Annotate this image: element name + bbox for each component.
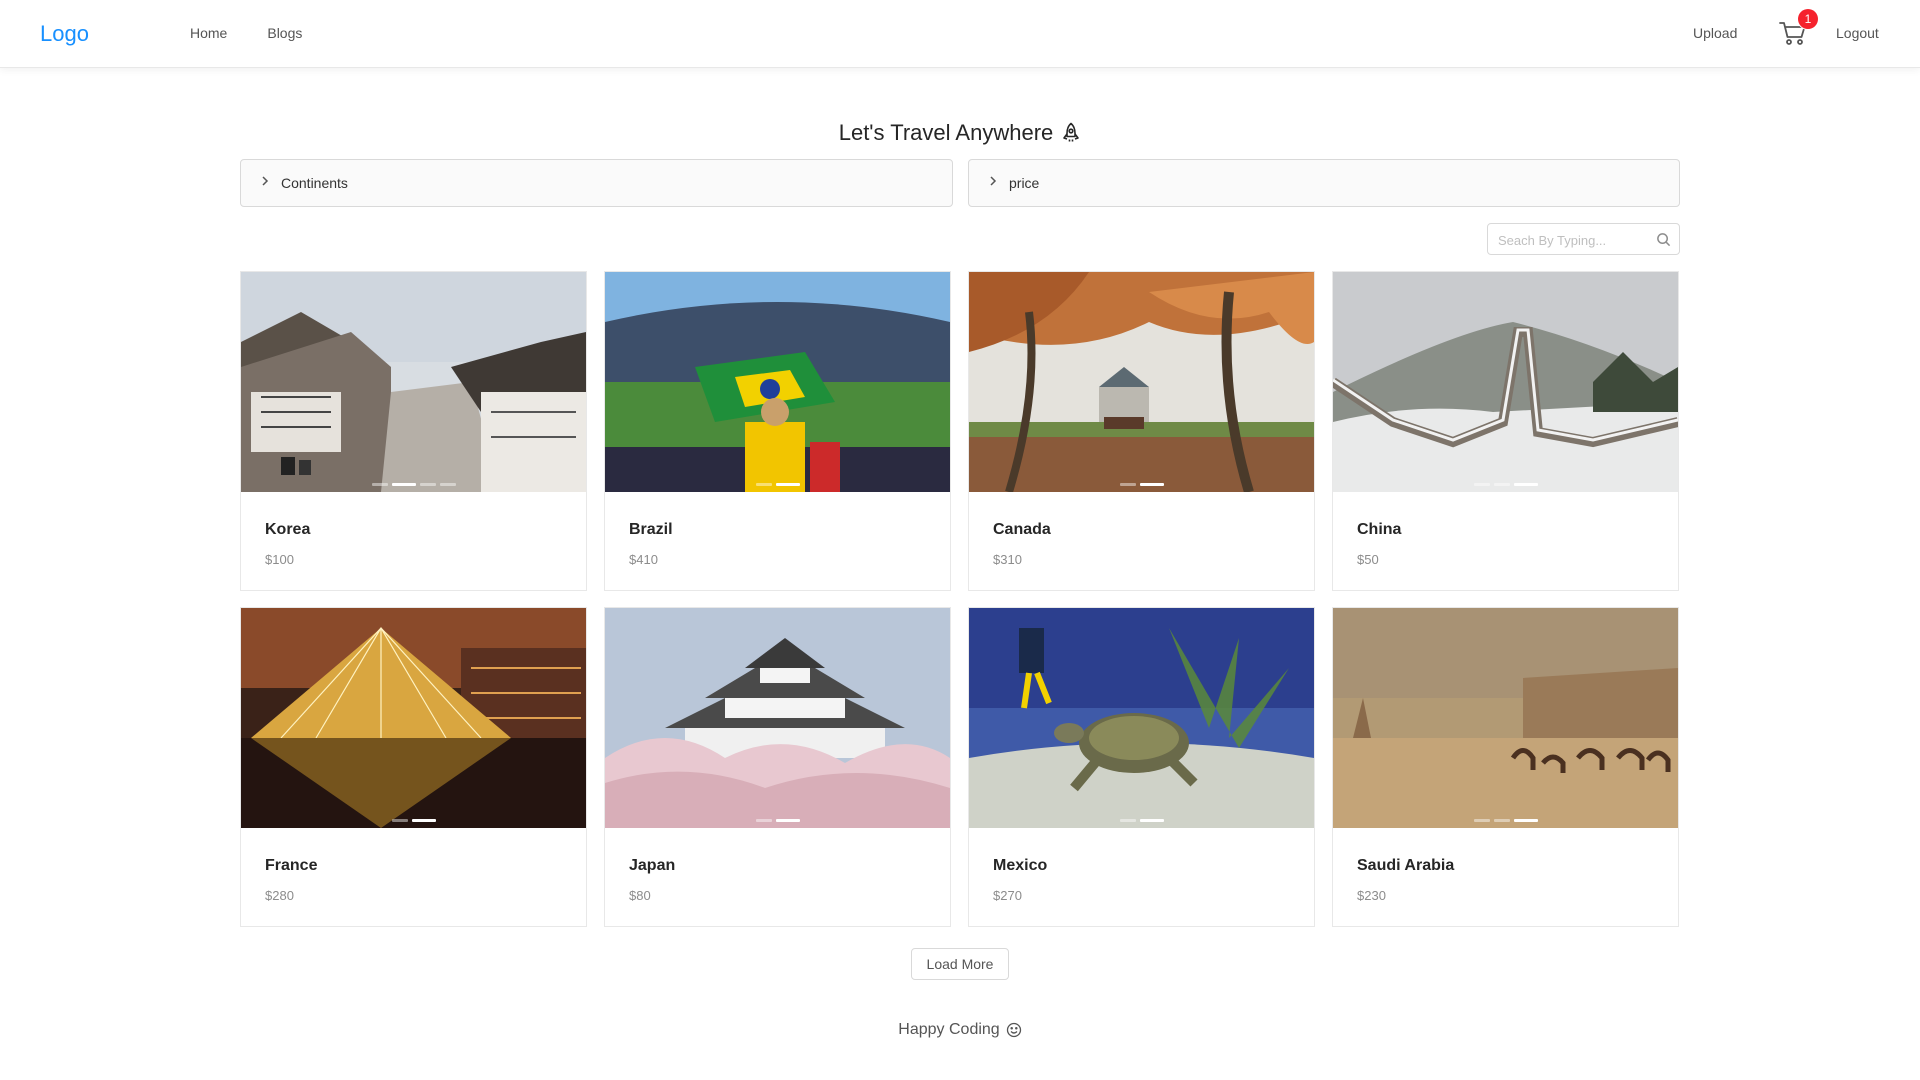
brazil-football-stadium-image [605, 272, 950, 492]
product-card[interactable]: Mexico $270 [968, 607, 1315, 927]
carousel-dot[interactable] [1493, 483, 1510, 486]
great-wall-snow-image [1333, 272, 1678, 492]
product-image-carousel[interactable] [241, 272, 586, 492]
carousel-dot[interactable] [755, 819, 772, 822]
carousel-dot[interactable] [1139, 483, 1164, 486]
carousel-dot[interactable] [1493, 819, 1510, 822]
product-card[interactable]: Saudi Arabia $230 [1332, 607, 1679, 927]
search-icon[interactable] [1656, 232, 1671, 247]
product-card[interactable]: China $50 [1332, 271, 1679, 591]
carousel-dot[interactable] [1473, 483, 1490, 486]
load-more-button[interactable]: Load More [911, 948, 1009, 980]
nav-upload[interactable]: Upload [1693, 25, 1737, 41]
carousel-dot[interactable] [775, 819, 800, 822]
carousel-dot[interactable] [411, 819, 436, 822]
product-price: $280 [265, 888, 294, 903]
nav-menu-left: Home Blogs [190, 25, 302, 41]
product-price: $310 [993, 552, 1022, 567]
footer: Happy Coding [0, 1021, 1920, 1039]
footer-text: Happy Coding [898, 1021, 1000, 1038]
chevron-right-icon [987, 174, 999, 190]
product-price: $80 [629, 888, 651, 903]
product-image-carousel[interactable] [969, 272, 1314, 492]
carousel-dot[interactable] [391, 819, 408, 822]
cart-badge: 1 [1798, 9, 1818, 29]
nav-home[interactable]: Home [190, 25, 227, 41]
rocket-icon [1063, 122, 1080, 142]
carousel-dots[interactable] [1333, 483, 1678, 486]
product-title: Mexico [993, 857, 1048, 874]
sea-turtle-divers-image [969, 608, 1314, 828]
product-price: $230 [1357, 888, 1386, 903]
carousel-dot[interactable] [419, 483, 436, 486]
filter-price-label: price [1009, 175, 1040, 191]
product-price: $410 [629, 552, 658, 567]
carousel-dots[interactable] [605, 483, 950, 486]
carousel-dot[interactable] [1119, 819, 1136, 822]
product-price: $270 [993, 888, 1022, 903]
carousel-dot[interactable] [755, 483, 772, 486]
logo[interactable]: Logo [40, 21, 89, 47]
product-title: Brazil [629, 521, 673, 538]
nav-logout[interactable]: Logout [1836, 25, 1879, 41]
carousel-dot[interactable] [439, 483, 456, 486]
autumn-trees-chateau-image [969, 272, 1314, 492]
product-image-carousel[interactable] [1333, 608, 1678, 828]
product-image-carousel[interactable] [969, 608, 1314, 828]
product-card[interactable]: Brazil $410 [604, 271, 951, 591]
carousel-dot[interactable] [1473, 819, 1490, 822]
smile-icon [1006, 1022, 1021, 1038]
carousel-dot[interactable] [1139, 819, 1164, 822]
product-title: France [265, 857, 318, 874]
carousel-dots[interactable] [969, 483, 1314, 486]
carousel-dot[interactable] [391, 483, 416, 486]
product-card[interactable]: Japan $80 [604, 607, 951, 927]
filter-price[interactable]: price [968, 159, 1680, 207]
carousel-dot[interactable] [371, 483, 388, 486]
filter-continents[interactable]: Continents [240, 159, 953, 207]
top-navbar: Logo Home Blogs Upload 1 Logout [0, 0, 1920, 68]
louvre-pyramid-night-image [241, 608, 586, 828]
product-title: Saudi Arabia [1357, 857, 1455, 874]
product-title: Canada [993, 521, 1051, 538]
product-price: $50 [1357, 552, 1379, 567]
carousel-dots[interactable] [605, 819, 950, 822]
product-title: China [1357, 521, 1402, 538]
filter-continents-label: Continents [281, 175, 348, 191]
product-card[interactable]: Canada $310 [968, 271, 1315, 591]
product-title: Japan [629, 857, 676, 874]
himeji-castle-blossoms-image [605, 608, 950, 828]
product-price: $100 [265, 552, 294, 567]
carousel-dot[interactable] [1513, 483, 1538, 486]
desert-camels-image [1333, 608, 1678, 828]
product-image-carousel[interactable] [1333, 272, 1678, 492]
page-title-text: Let's Travel Anywhere [838, 120, 1054, 145]
product-image-carousel[interactable] [605, 272, 950, 492]
carousel-dots[interactable] [1333, 819, 1678, 822]
search-input[interactable] [1498, 230, 1648, 250]
carousel-dots[interactable] [241, 819, 586, 822]
nav-blogs[interactable]: Blogs [267, 25, 302, 41]
product-image-carousel[interactable] [241, 608, 586, 828]
product-grid: Korea $100 Brazil $410 Canada $310 China… [240, 271, 1680, 927]
carousel-dot[interactable] [1513, 819, 1538, 822]
product-title: Korea [265, 521, 311, 538]
chevron-right-icon [259, 174, 271, 190]
carousel-dot[interactable] [1119, 483, 1136, 486]
carousel-dots[interactable] [241, 483, 586, 486]
product-card[interactable]: Korea $100 [240, 271, 587, 591]
product-card[interactable]: France $280 [240, 607, 587, 927]
page-title: Let's Travel Anywhere [0, 120, 1920, 146]
korean-hanok-village-image [241, 272, 586, 492]
carousel-dots[interactable] [969, 819, 1314, 822]
product-image-carousel[interactable] [605, 608, 950, 828]
carousel-dot[interactable] [775, 483, 800, 486]
search-box [1487, 223, 1680, 255]
